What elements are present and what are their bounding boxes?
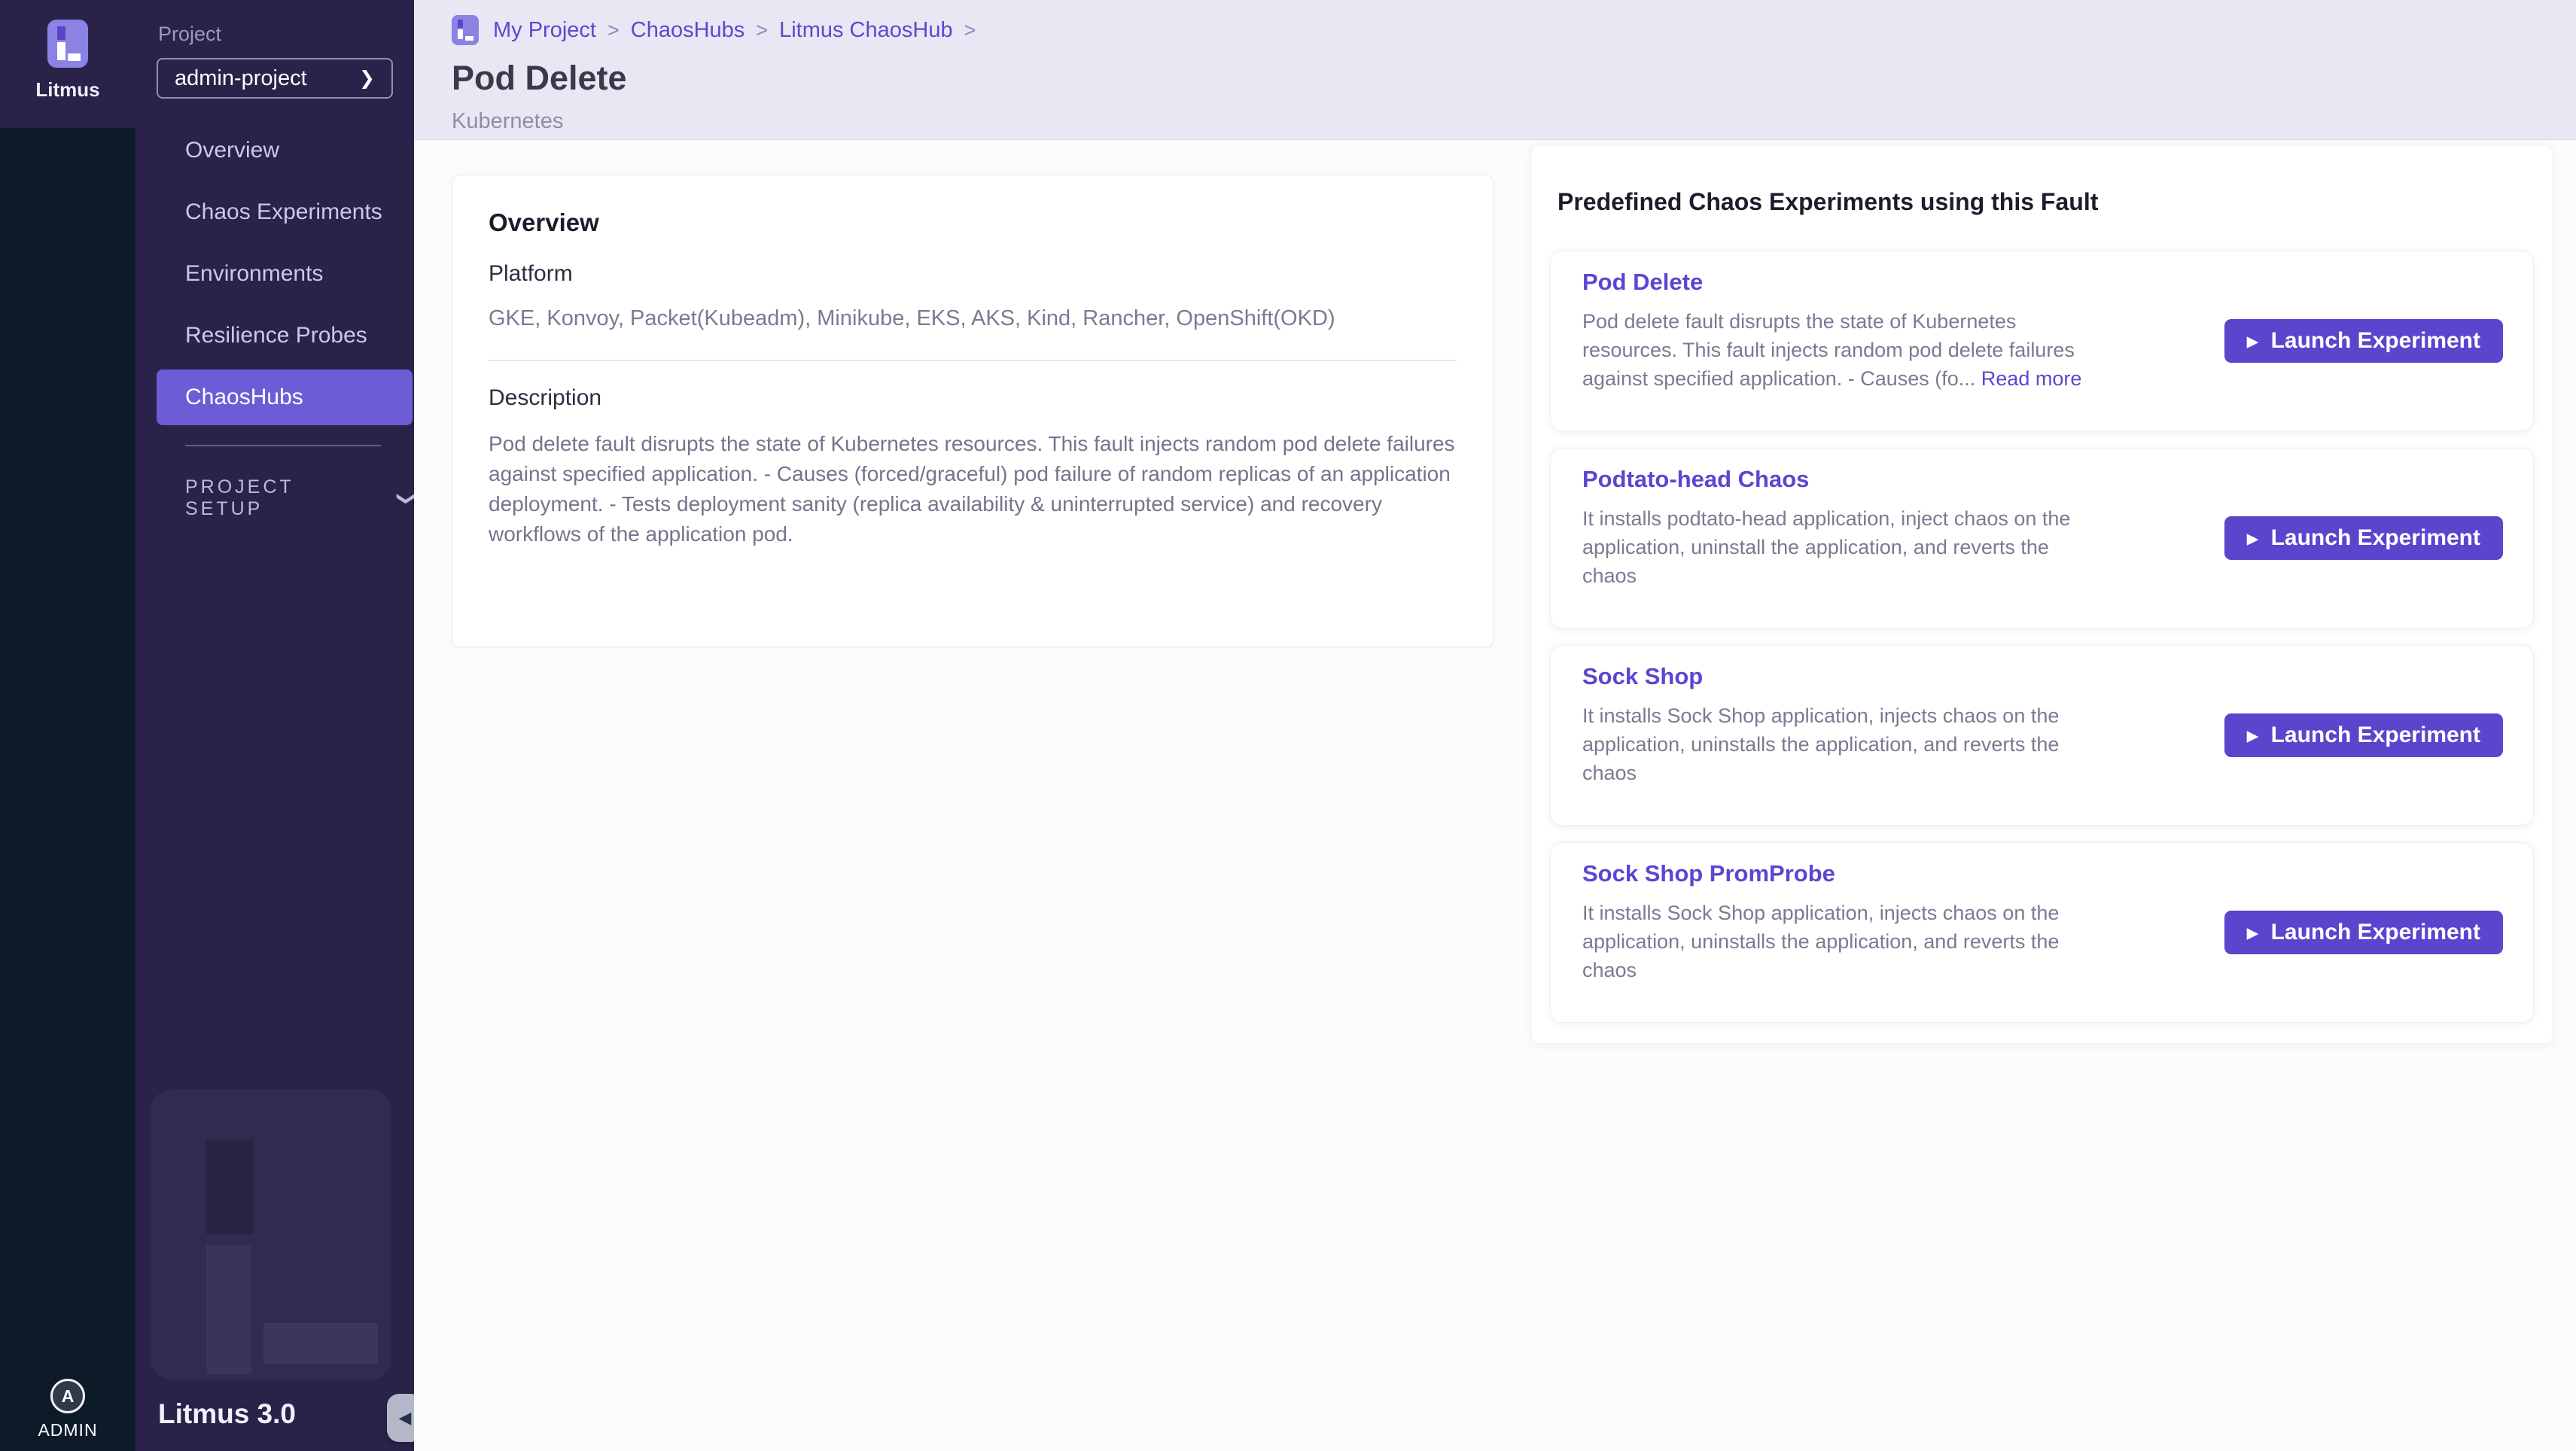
experiment-card-list: Pod Delete Pod delete fault disrupts the… xyxy=(1550,251,2534,1023)
sidebar-item-resilience-probes[interactable]: Resilience Probes xyxy=(135,305,414,367)
sidebar-nav: Overview Chaos Experiments Environments Res… xyxy=(135,120,414,425)
main-area: My Project > ChaosHubs > Litmus ChaosHub > Po… xyxy=(414,0,2576,1451)
overview-card: Overview Platform GKE, Konvoy, Packet(Ku… xyxy=(452,175,1494,647)
play-icon: ▶ xyxy=(2247,532,2258,546)
logo-vertical-bar xyxy=(57,42,65,60)
experiment-description: It installs podtato-head application, in… xyxy=(1582,504,2102,590)
project-setup-toggle[interactable]: PROJECT SETUP ❯ xyxy=(185,476,414,520)
breadcrumb-link-my-project[interactable]: My Project xyxy=(493,18,596,43)
experiment-description: It installs Sock Shop application, injec… xyxy=(1582,899,2102,984)
launch-button-label: Launch Experiment xyxy=(2271,328,2480,354)
experiment-title-link[interactable]: Pod Delete xyxy=(1582,269,2102,296)
avatar-letter: A xyxy=(62,1386,75,1407)
launch-button-label: Launch Experiment xyxy=(2271,525,2480,551)
play-icon: ▶ xyxy=(2247,729,2258,744)
play-icon: ▶ xyxy=(2247,926,2258,941)
sidebar-item-chaoshubs[interactable]: ChaosHubs xyxy=(157,370,413,425)
experiment-description: It installs Sock Shop application, injec… xyxy=(1582,701,2102,787)
play-icon: ▶ xyxy=(2247,335,2258,349)
sidebar-divider xyxy=(185,445,381,446)
breadcrumb-separator: > xyxy=(607,19,620,42)
sidebar-item-label: ChaosHubs xyxy=(185,385,303,410)
sidebar-item-label: Overview xyxy=(185,138,279,163)
watermark-cap-shape xyxy=(206,1139,253,1234)
logo-cap-shape xyxy=(57,26,65,40)
experiment-title-link[interactable]: Sock Shop xyxy=(1582,663,2102,690)
launch-button-label: Launch Experiment xyxy=(2271,722,2480,748)
sidebar-item-chaos-experiments[interactable]: Chaos Experiments xyxy=(135,181,414,243)
chevron-right-icon: ❯ xyxy=(359,67,375,90)
litmus-watermark xyxy=(151,1090,391,1380)
fault-description: Pod delete fault disrupts the state of K… xyxy=(489,429,1457,549)
experiment-card-podtato-head-chaos: Podtato-head Chaos It installs podtato-h… xyxy=(1550,448,2534,628)
breadcrumb: My Project > ChaosHubs > Litmus ChaosHub > xyxy=(452,15,2576,45)
chevron-left-icon: ◀ xyxy=(399,1408,412,1428)
overview-title: Overview xyxy=(489,208,1457,237)
breadcrumb-separator: > xyxy=(964,19,976,42)
experiments-heading: Predefined Chaos Experiments using this … xyxy=(1557,188,2534,216)
experiment-title-link[interactable]: Sock Shop PromProbe xyxy=(1582,860,2102,887)
page-header: My Project > ChaosHubs > Litmus ChaosHub > Po… xyxy=(414,0,2576,140)
project-select-value: admin-project xyxy=(175,66,307,91)
sidebar-item-label: Environments xyxy=(185,261,323,287)
platform-label: Platform xyxy=(489,261,1457,287)
version-label: Litmus 3.0 xyxy=(158,1398,296,1430)
breadcrumb-separator: > xyxy=(756,19,768,42)
avatar[interactable]: A xyxy=(50,1379,85,1413)
watermark-horizontal-bar xyxy=(263,1323,378,1364)
litmus-logo-icon xyxy=(47,20,88,68)
breadcrumb-litmus-icon xyxy=(452,15,479,45)
project-select[interactable]: admin-project ❯ xyxy=(157,58,393,99)
experiment-card-sock-shop: Sock Shop It installs Sock Shop applicat… xyxy=(1550,645,2534,826)
logo-label: Litmus xyxy=(35,78,99,102)
launch-experiment-button[interactable]: ▶ Launch Experiment xyxy=(2224,713,2503,757)
sidebar-item-overview[interactable]: Overview xyxy=(135,120,414,181)
launch-button-label: Launch Experiment xyxy=(2271,920,2480,945)
experiment-title-link[interactable]: Podtato-head Chaos xyxy=(1582,466,2102,493)
page-title: Pod Delete xyxy=(452,59,2576,98)
avatar-label: ADMIN xyxy=(38,1420,97,1440)
experiments-panel: Predefined Chaos Experiments using this … xyxy=(1532,146,2552,1043)
left-rail: Litmus A ADMIN xyxy=(0,0,135,1451)
rail-logo-block: Litmus xyxy=(0,0,135,128)
app-root: Litmus A ADMIN Project admin-project ❯ O… xyxy=(0,0,2576,1451)
experiment-card-sock-shop-promprobe: Sock Shop PromProbe It installs Sock Sho… xyxy=(1550,842,2534,1023)
read-more-link[interactable]: Read more xyxy=(1981,367,2082,390)
logo-horizontal-bar xyxy=(68,53,81,61)
watermark-vertical-bar xyxy=(206,1245,251,1374)
overview-divider xyxy=(489,360,1457,361)
project-setup-label: PROJECT SETUP xyxy=(185,476,370,520)
breadcrumb-link-litmus-chaoshub[interactable]: Litmus ChaosHub xyxy=(779,18,953,43)
sidebar-item-environments[interactable]: Environments xyxy=(135,243,414,305)
launch-experiment-button[interactable]: ▶ Launch Experiment xyxy=(2224,319,2503,363)
experiment-card-pod-delete: Pod Delete Pod delete fault disrupts the… xyxy=(1550,251,2534,431)
rail-user-block: A ADMIN xyxy=(0,1379,135,1440)
breadcrumb-link-chaoshubs[interactable]: ChaosHubs xyxy=(631,18,745,43)
project-label: Project xyxy=(158,23,414,46)
sidebar: Project admin-project ❯ Overview Chaos Ex… xyxy=(135,0,414,1451)
sidebar-item-label: Resilience Probes xyxy=(185,323,367,348)
experiment-description: Pod delete fault disrupts the state of K… xyxy=(1582,307,2102,393)
launch-experiment-button[interactable]: ▶ Launch Experiment xyxy=(2224,911,2503,954)
platform-list: GKE, Konvoy, Packet(Kubeadm), Minikube, … xyxy=(489,306,1457,331)
description-label: Description xyxy=(489,385,1457,411)
sidebar-item-label: Chaos Experiments xyxy=(185,199,382,225)
page-subtitle: Kubernetes xyxy=(452,109,2576,134)
launch-experiment-button[interactable]: ▶ Launch Experiment xyxy=(2224,516,2503,560)
